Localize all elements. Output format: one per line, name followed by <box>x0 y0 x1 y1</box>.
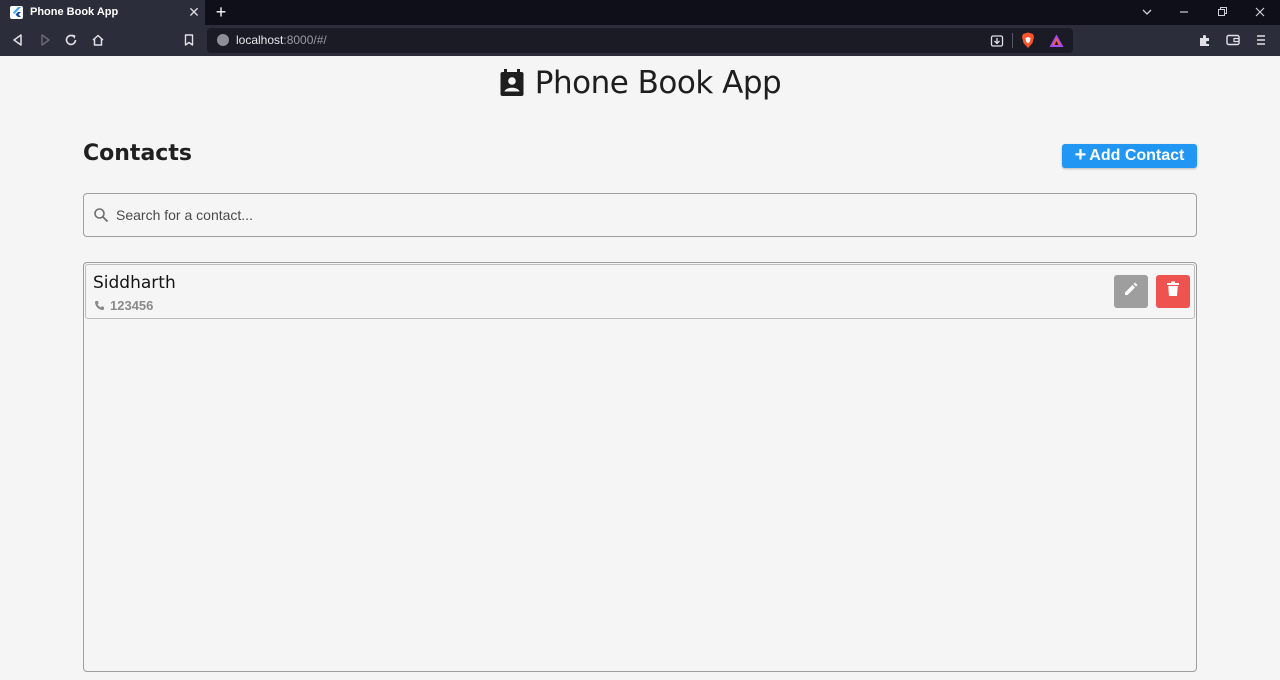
contacts-list: Siddharth 123456 <box>83 262 1197 672</box>
brave-shields-icon[interactable] <box>1020 32 1036 49</box>
delete-contact-button[interactable] <box>1156 275 1190 308</box>
tab-close-icon[interactable]: ✕ <box>187 5 201 19</box>
phone-icon <box>94 300 105 311</box>
forward-icon[interactable] <box>37 32 53 48</box>
contact-name: Siddharth <box>93 273 176 293</box>
install-app-icon[interactable] <box>989 33 1005 49</box>
url-text[interactable]: localhost:8000/#/ <box>236 33 327 47</box>
extensions-icon[interactable] <box>1197 32 1213 48</box>
list-item[interactable]: Siddharth 123456 <box>85 264 1195 319</box>
add-contact-label: Add Contact <box>1089 147 1185 164</box>
browser-tab[interactable]: Phone Book App ✕ <box>0 0 205 25</box>
home-icon[interactable] <box>90 32 106 48</box>
edit-contact-button[interactable] <box>1114 275 1148 308</box>
back-icon[interactable] <box>10 32 26 48</box>
address-bar[interactable]: localhost:8000/#/ <box>207 28 1073 53</box>
new-tab-icon[interactable]: + <box>212 3 230 21</box>
minimize-icon[interactable] <box>1176 4 1192 20</box>
search-box[interactable] <box>83 193 1197 237</box>
app-header: Phone Book App <box>0 63 1280 103</box>
pencil-icon <box>1123 281 1139 302</box>
contacts-heading: Contacts <box>83 141 192 166</box>
contact-book-icon <box>499 69 525 97</box>
address-bar-divider <box>1012 33 1013 48</box>
app-title: Phone Book App <box>534 65 782 101</box>
browser-tab-bar: Phone Book App ✕ + <box>0 0 1280 25</box>
flutter-favicon-icon <box>10 6 23 19</box>
plus-icon: + <box>1074 144 1087 166</box>
browser-toolbar: localhost:8000/#/ <box>0 25 1280 56</box>
add-contact-button[interactable]: + Add Contact <box>1062 144 1197 168</box>
close-window-icon[interactable] <box>1252 4 1268 20</box>
restore-icon[interactable] <box>1214 4 1230 20</box>
reload-icon[interactable] <box>63 32 79 48</box>
search-icon <box>93 207 109 223</box>
tab-list-chevron-icon[interactable] <box>1139 4 1155 20</box>
search-input[interactable] <box>116 204 1176 226</box>
menu-icon[interactable] <box>1253 32 1269 48</box>
site-info-icon[interactable] <box>217 34 229 46</box>
brave-rewards-icon[interactable] <box>1048 33 1065 49</box>
wallet-icon[interactable] <box>1225 32 1241 48</box>
tab-title: Phone Book App <box>30 6 119 18</box>
bookmark-icon[interactable] <box>181 32 197 48</box>
contact-phone-row: 123456 <box>94 298 153 313</box>
contact-phone: 123456 <box>110 298 154 313</box>
trash-icon <box>1166 281 1180 302</box>
